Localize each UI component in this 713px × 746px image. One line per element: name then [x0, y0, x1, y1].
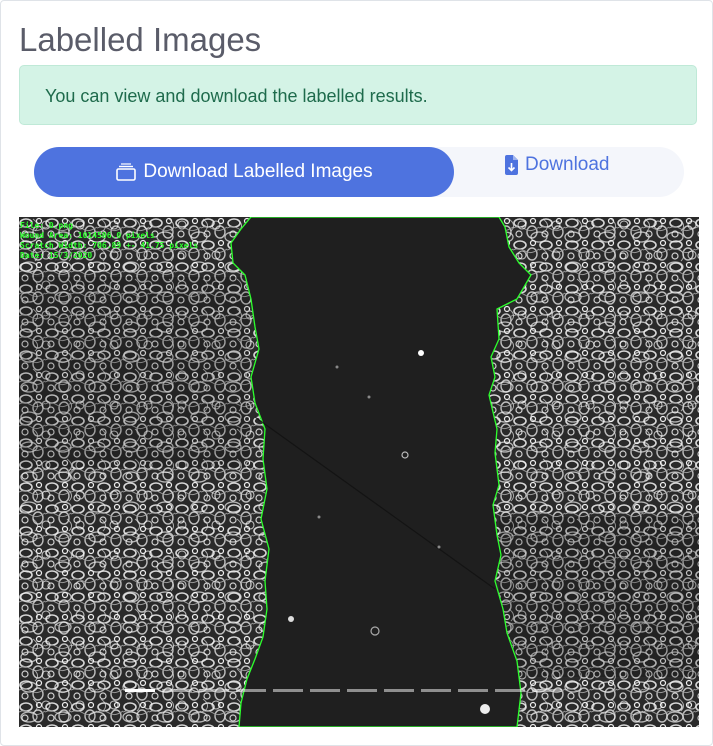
labelled-image-carousel[interactable]: File: 0.png Wound Area: 1014506.0 pixels…: [19, 217, 699, 727]
carousel-indicators: [125, 689, 562, 692]
download-labelled-images-button[interactable]: Download Labelled Images: [34, 147, 454, 197]
annotation-date: Date: 15/3/2020: [20, 251, 93, 260]
carousel-indicator[interactable]: [125, 689, 155, 692]
labelled-images-card: Labelled Images You can view and downloa…: [0, 0, 713, 746]
carousel-indicator[interactable]: [532, 689, 562, 692]
image-annotation: File: 0.png Wound Area: 1014506.0 pixels…: [20, 221, 198, 261]
carousel-indicator[interactable]: [347, 689, 377, 692]
annotation-file: File: 0.png: [20, 221, 73, 230]
carousel-indicator[interactable]: [421, 689, 451, 692]
success-alert: You can view and download the labelled r…: [19, 65, 697, 125]
page-title: Labelled Images: [19, 21, 262, 58]
download-labelled-images-label: Download Labelled Images: [143, 161, 373, 182]
carousel-next-icon[interactable]: ›: [633, 452, 663, 492]
carousel-indicator[interactable]: [458, 689, 488, 692]
carousel-indicator[interactable]: [384, 689, 414, 692]
annotation-scratch-width: Scratch Width: 706.89 +- 41.75 pixels: [20, 241, 199, 250]
annotation-wound-area: Wound Area: 1014506.0 pixels: [20, 231, 155, 240]
carousel-indicator[interactable]: [199, 689, 229, 692]
labelled-cell-image: [19, 217, 699, 727]
carousel-indicator[interactable]: [162, 689, 192, 692]
carousel-indicator[interactable]: [310, 689, 340, 692]
carousel-indicator[interactable]: [495, 689, 525, 692]
carousel-prev-icon[interactable]: ‹: [57, 452, 87, 492]
carousel-indicator[interactable]: [273, 689, 303, 692]
download-button[interactable]: Download: [504, 150, 610, 180]
download-button-group: Download Labelled Images Download: [34, 147, 684, 197]
download-label: Download: [525, 154, 610, 175]
file-download-icon: [505, 155, 518, 175]
carousel-indicator[interactable]: [236, 689, 266, 692]
stack-icon: [116, 163, 137, 181]
